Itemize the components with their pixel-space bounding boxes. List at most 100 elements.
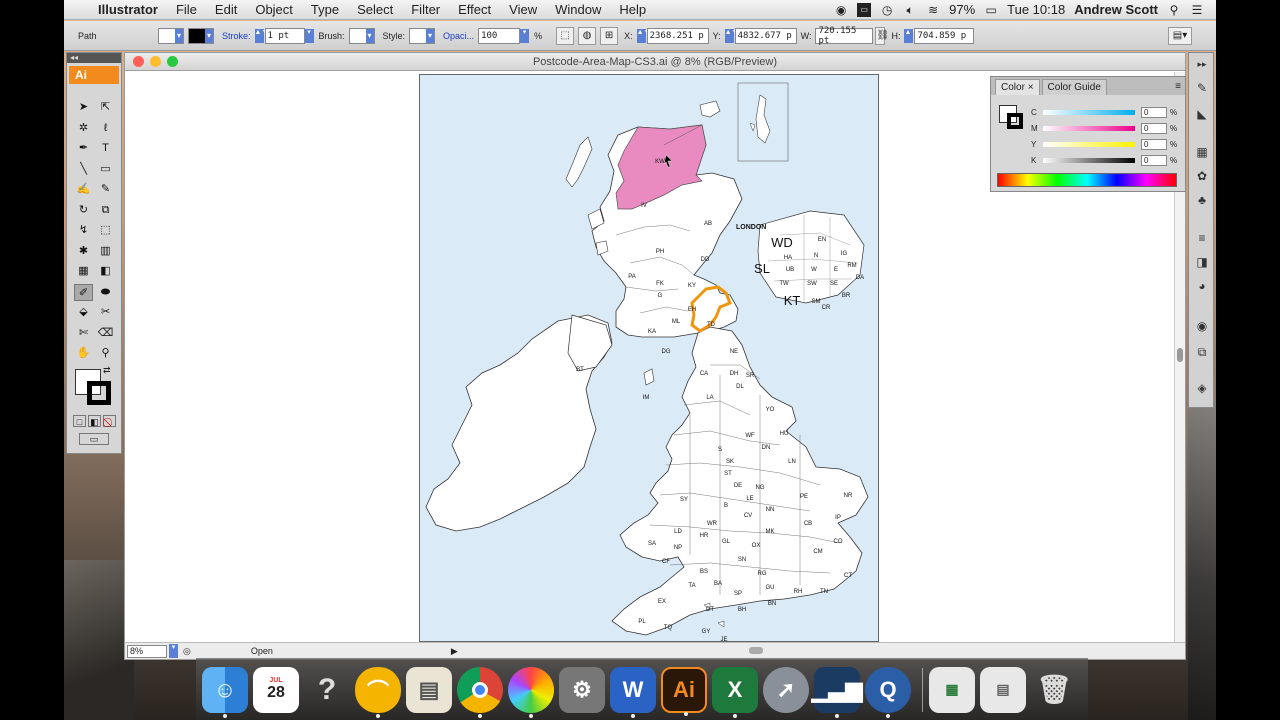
brush-picker[interactable] <box>348 27 375 44</box>
menu-type[interactable]: Type <box>302 2 348 17</box>
menu-window[interactable]: Window <box>546 2 610 17</box>
stroke-label[interactable]: Stroke: <box>218 31 255 41</box>
quicktime-icon[interactable]: Q <box>865 666 911 718</box>
pen-tool-icon[interactable]: ✒ <box>74 140 93 157</box>
transparency-panel-icon[interactable]: ◨ <box>1192 253 1212 271</box>
spotlight-icon[interactable]: ⚲ <box>1167 3 1181 17</box>
h-stepper-icon[interactable]: ▲▼ <box>904 28 918 43</box>
eyedropper-tool-icon[interactable]: ✐ <box>74 283 93 301</box>
documents-stack-icon[interactable]: ▤ <box>980 666 1026 713</box>
stroke-color-swatch[interactable] <box>87 381 111 405</box>
y-stepper-icon[interactable]: ▲▼ <box>724 28 738 43</box>
swap-colors-icon[interactable]: ⇄ <box>103 365 111 376</box>
x-stepper-icon[interactable]: ▲▼ <box>636 28 650 43</box>
rectangle-tool-icon[interactable]: ▭ <box>96 161 115 178</box>
y-field[interactable]: 4832.677 p <box>734 27 797 44</box>
h-field[interactable]: 704.859 p <box>914 27 975 44</box>
fill-swatch[interactable] <box>158 27 184 44</box>
paintbrush-tool-icon[interactable]: ✍ <box>74 181 93 198</box>
color-mode-icon[interactable]: □ <box>73 415 86 427</box>
menu-view[interactable]: View <box>500 2 546 17</box>
w-field[interactable]: 720.155 pt <box>815 26 874 46</box>
spreadsheet-document-icon[interactable]: ▦ <box>929 666 975 713</box>
magenta-field[interactable]: 0 <box>1141 122 1167 134</box>
free-transform-tool-icon[interactable]: ⬚ <box>96 222 115 239</box>
line-tool-icon[interactable]: ╲ <box>74 161 93 178</box>
gradient-mode-icon[interactable]: ◧ <box>88 415 101 427</box>
none-mode-icon[interactable]: ⃠ <box>103 415 116 427</box>
menu-filter[interactable]: Filter <box>402 2 449 17</box>
tab-color[interactable]: Color × <box>995 79 1040 95</box>
pencil-tool-icon[interactable]: ✎ <box>96 181 115 198</box>
x-field[interactable]: 2368.251 p <box>646 27 709 44</box>
word-icon[interactable]: W <box>610 666 656 718</box>
preview-icon[interactable]: ▤ <box>406 666 452 713</box>
vertical-scroll-thumb[interactable] <box>1177 348 1183 362</box>
fill-stroke-swatches[interactable]: ⇄ <box>75 365 113 407</box>
panel-menu-icon[interactable]: ≡ <box>1175 81 1181 92</box>
magenta-slider[interactable] <box>1043 125 1135 131</box>
trash-icon[interactable]: 🗑︎ <box>1031 667 1077 713</box>
illustrator-icon[interactable]: Ai <box>661 666 707 716</box>
warp-tool-icon[interactable]: ↯ <box>74 222 93 239</box>
symbol-sprayer-tool-icon[interactable]: ✱ <box>74 243 93 260</box>
slice-tool-icon[interactable]: ✂ <box>96 304 115 321</box>
zoom-tool-icon[interactable]: ⚲ <box>96 345 115 362</box>
user-name[interactable]: Andrew Scott <box>1074 2 1158 17</box>
color-spectrum-bar[interactable] <box>997 173 1177 187</box>
type-tool-icon[interactable]: T <box>96 140 115 157</box>
menu-file[interactable]: File <box>167 2 206 17</box>
blend-tool-icon[interactable]: ⬬ <box>96 284 115 301</box>
opacity-label[interactable]: Opaci... <box>439 31 478 41</box>
record-icon[interactable]: ◉ <box>834 3 848 17</box>
wifi-icon[interactable]: ≋ <box>926 3 940 17</box>
symbols-panel-icon[interactable]: ✿ <box>1192 167 1212 185</box>
opacity-field[interactable]: 100 <box>478 27 521 44</box>
help-icon[interactable]: ? <box>304 667 350 713</box>
align-icon[interactable]: ⊞ <box>600 26 619 45</box>
direct-selection-tool-icon[interactable]: ⇱ <box>96 99 115 116</box>
swatches-panel-icon[interactable]: ▦ <box>1192 143 1212 161</box>
screen-mode-icon[interactable]: ▭ <box>79 433 109 445</box>
app-menu[interactable]: Illustrator <box>94 2 167 17</box>
calendar-icon[interactable]: JUL 28 <box>253 666 299 713</box>
launchpad-icon[interactable]: ➚ <box>763 666 809 713</box>
opacity-dropdown-icon[interactable]: ▾ <box>520 28 530 43</box>
battery-icon[interactable]: ▭ <box>984 3 998 17</box>
finder-icon[interactable]: ☺ <box>202 666 248 718</box>
photos-icon[interactable] <box>508 666 554 718</box>
battery-percent[interactable]: 97% <box>949 2 975 17</box>
black-slider[interactable] <box>1043 157 1135 163</box>
hand-tool-icon[interactable]: ✋ <box>74 345 93 362</box>
magic-wand-tool-icon[interactable]: ✲ <box>74 120 93 137</box>
menu-object[interactable]: Object <box>246 2 302 17</box>
tab-color-guide[interactable]: Color Guide <box>1041 79 1107 95</box>
control-menu-icon[interactable]: ▤▾ <box>1168 26 1192 45</box>
zoom-window-button[interactable] <box>167 56 178 67</box>
chrome-icon[interactable] <box>457 666 503 718</box>
graphic-styles-panel-icon[interactable]: ♣ <box>1192 191 1212 209</box>
artboard[interactable]: KW IV AB PH DD PA FK KY G EH ML KA TD DG NE BT CA IM LA DL Y… <box>419 74 879 642</box>
layers-panel-icon[interactable]: ◈ <box>1192 379 1212 397</box>
yellow-field[interactable]: 0 <box>1141 138 1167 150</box>
stroke-dropdown-icon[interactable]: ▾ <box>304 28 314 43</box>
scale-tool-icon[interactable]: ⧉ <box>96 202 115 219</box>
sticky-icon[interactable]: ⌒ <box>355 666 401 718</box>
yellow-slider[interactable] <box>1043 141 1135 147</box>
panel-fill-stroke[interactable] <box>999 105 1025 131</box>
zoom-level-field[interactable]: 8% <box>127 644 167 658</box>
appearance-panel-icon[interactable]: ◕ <box>1192 277 1212 295</box>
status-menu-icon[interactable]: ▶ <box>451 646 458 657</box>
brushes-panel-icon[interactable]: ✎ <box>1192 79 1212 97</box>
excel-icon[interactable]: X <box>712 666 758 718</box>
cyan-slider[interactable] <box>1043 109 1135 115</box>
system-preferences-icon[interactable]: ⚙ <box>559 666 605 713</box>
select-similar-icon[interactable]: ⬚ <box>556 26 575 45</box>
stroke-weight-field[interactable]: 1 pt <box>264 27 305 44</box>
stroke-panel-icon[interactable]: ≡ <box>1192 229 1212 247</box>
gradient-tool-icon[interactable]: ◧ <box>96 263 115 280</box>
gradient-panel-icon[interactable]: ◣ <box>1192 105 1212 123</box>
version-cue-icon[interactable]: ◎ <box>183 646 191 657</box>
cyan-field[interactable]: 0 <box>1141 106 1167 118</box>
minimize-window-button[interactable] <box>150 56 161 67</box>
